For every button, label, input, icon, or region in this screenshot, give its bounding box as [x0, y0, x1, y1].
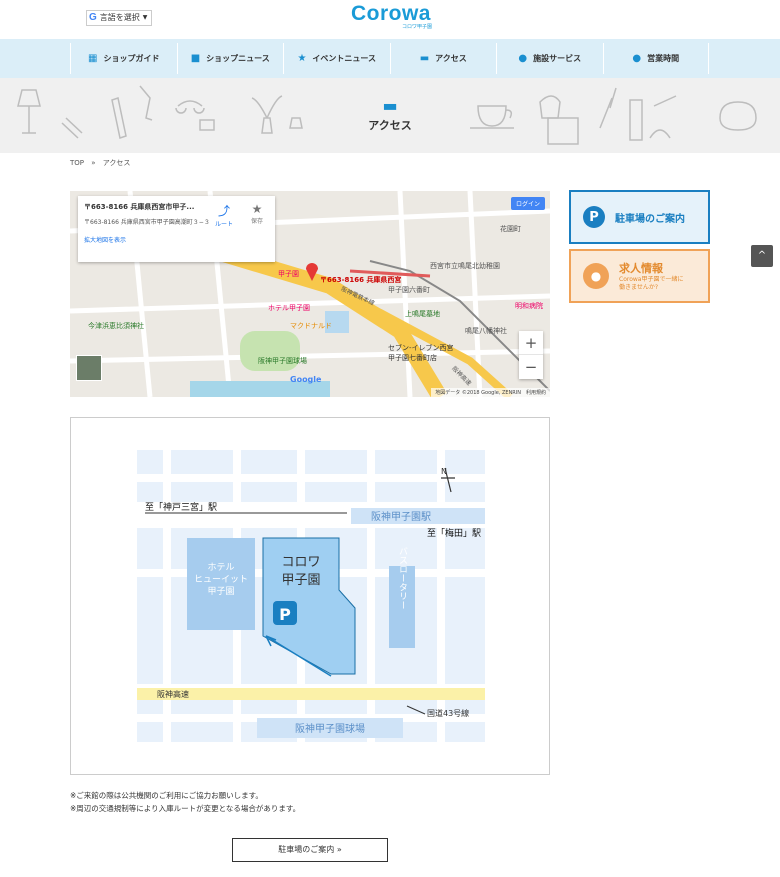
google-map[interactable]: 〒663-8166 兵庫県西宮 〒663-8166 兵庫県西宮市甲子... 〒6… — [70, 191, 550, 397]
nav-label: ショップニュース — [206, 54, 270, 63]
nav-label: イベントニュース — [312, 54, 377, 63]
hotel-label-3: 甲子園 — [207, 586, 234, 597]
save-label: 保存 — [250, 218, 263, 225]
map-card-title: 〒663-8166 兵庫県西宮市甲子... — [84, 203, 195, 211]
map-label-nishinomiya: 西宮市立鳴尾北幼稚園 — [430, 262, 500, 270]
jobs-sub-1: Corowa甲子園で一緒に — [619, 276, 684, 283]
check-icon: ● — [632, 53, 642, 64]
main-nav: ▦ ショップガイド ■ ショップニュース ★ イベントニュース ▬ アクセス ● 施設サー… — [0, 39, 780, 78]
map-marker-label: 〒663-8166 兵庫県西宮 — [320, 276, 402, 284]
map-zoom-controls: + − — [519, 331, 543, 379]
nav-services[interactable]: ● 施設サービス — [496, 43, 603, 74]
car-icon: ▬ — [419, 53, 430, 64]
map-label-koshien-roku: 甲子園六番町 — [388, 286, 430, 294]
map-card-address: 〒663-8166 兵庫県西宮市甲子園高潮町３−３ — [84, 219, 210, 226]
route-icon: ⤴ — [217, 204, 230, 218]
hero-center: ▬ アクセス — [340, 96, 440, 133]
expressway-label: 阪神高速 — [157, 689, 189, 699]
person-icon: ● — [583, 263, 609, 289]
route43-label: 国道43号線 — [427, 708, 469, 718]
breadcrumb: TOP » アクセス — [70, 158, 130, 168]
map-label-koshien: 甲子園 — [278, 270, 299, 278]
map-login-button[interactable]: ログイン — [510, 197, 545, 210]
heart-icon: ● — [518, 53, 528, 64]
google-logo: Google — [290, 375, 322, 384]
map-place-card: 〒663-8166 兵庫県西宮市甲子... 〒663-8166 兵庫県西宮市甲子… — [78, 196, 275, 262]
top-bar: G 言語を選択 ▼ Corowa コロワ甲子園 — [0, 0, 780, 38]
north-label: N — [441, 467, 447, 476]
route-diagram-svg: 阪神甲子園駅 至「神戸三宮」駅 至「梅田」駅 ホテル ヒューイット 甲子園 コロ… — [137, 450, 485, 742]
map-label-mcd: マクドナルド — [290, 322, 332, 330]
nav-shop-guide[interactable]: ▦ ショップガイド — [70, 43, 177, 74]
map-label-hanazono: 花園町 — [500, 225, 521, 233]
to-umeda-label: 至「梅田」駅 — [427, 527, 481, 539]
hotel-label-2: ヒューイット — [194, 574, 248, 585]
breadcrumb-sep: » — [91, 159, 96, 167]
map-label-seven: セブン-イレブン西宮甲子園七番町店 — [388, 344, 454, 362]
corowa-label-2: 甲子園 — [281, 573, 320, 588]
breadcrumb-home[interactable]: TOP — [70, 159, 84, 167]
map-label-meiwa: 明和病院 — [515, 302, 543, 310]
language-label: 言語を選択 — [99, 13, 140, 22]
jobs-label: 求人情報 — [619, 262, 663, 275]
nav-label: アクセス — [435, 54, 467, 63]
star-icon: ★ — [251, 202, 263, 216]
route-label: ルート — [214, 221, 233, 228]
map-label-kamiyama: 上鳴尾墓地 — [405, 310, 440, 318]
map-label-stadium: 阪神甲子園球場 — [258, 357, 307, 365]
language-selector[interactable]: G 言語を選択 ▼ — [86, 10, 153, 26]
note-1: ※ご来館の際は公共機関のご利用にご協力お願いします。 — [70, 791, 263, 800]
star-icon: ★ — [297, 53, 307, 64]
nav-event-news[interactable]: ★ イベントニュース — [283, 43, 390, 74]
google-g-icon: G — [89, 12, 97, 23]
route-button[interactable]: ⤴ ルート — [210, 202, 238, 228]
enlarge-map-link[interactable]: 拡大地図を表示 — [84, 235, 269, 244]
route-diagram: 阪神甲子園駅 至「神戸三宮」駅 至「梅田」駅 ホテル ヒューイット 甲子園 コロ… — [70, 417, 550, 775]
nav-label: 施設サービス — [533, 54, 582, 63]
parking-label: 駐車場のご案内 — [615, 213, 685, 225]
zoom-out-button[interactable]: − — [519, 355, 543, 379]
station-label: 阪神甲子園駅 — [371, 510, 431, 523]
car-icon: ▬ — [382, 96, 398, 115]
page-title: アクセス — [368, 119, 412, 132]
parking-icon: P — [583, 206, 605, 228]
map-label-narumi: 鳴尾八幡神社 — [465, 327, 507, 335]
bus-rotary-label: バスロータリー — [397, 546, 408, 609]
dropdown-arrow-icon: ▼ — [142, 14, 148, 21]
satellite-toggle[interactable] — [76, 355, 102, 381]
map-footer: 地図データ ©2018 Google, ZENRIN 利用規約 — [431, 388, 550, 397]
parking-info-button[interactable]: P 駐車場のご案内 — [569, 190, 710, 244]
nav-hours[interactable]: ● 営業時間 — [602, 43, 709, 74]
hotel-label-1: ホテル — [207, 562, 234, 573]
map-label-hotel: ホテル甲子園 — [268, 304, 310, 312]
note-2: ※周辺の交通規制等により入庫ルートが変更となる場合があります。 — [70, 804, 301, 813]
corowa-label-1: コロワ — [281, 555, 320, 570]
jobs-info-button[interactable]: ● 求人情報 Corowa甲子園で一緒に 働きませんか? — [569, 249, 710, 303]
breadcrumb-current: アクセス — [102, 159, 131, 167]
jobs-sub-2: 働きませんか? — [619, 284, 659, 291]
parking-mark: P — [279, 605, 291, 624]
nav-label: 営業時間 — [647, 54, 680, 63]
logo-text: Corowa — [350, 2, 431, 25]
nav-shop-news[interactable]: ■ ショップニュース — [176, 43, 284, 74]
nav-label: ショップガイド — [103, 54, 160, 63]
save-button[interactable]: ★ 保存 — [243, 202, 271, 225]
to-sannomiya-label: 至「神戸三宮」駅 — [145, 501, 217, 513]
notes: ※ご来館の際は公共機関のご利用にご協力お願いします。 ※周辺の交通規制等により入… — [70, 789, 300, 815]
map-label-ima: 今津浜恵比須神社 — [88, 322, 144, 330]
map-icon: ▦ — [88, 53, 98, 64]
page-hero: ▬ アクセス — [0, 78, 780, 153]
back-to-top-button[interactable]: ^ — [751, 245, 773, 267]
bag-icon: ■ — [190, 53, 201, 64]
parking-guide-button[interactable]: 駐車場のご案内 » — [232, 838, 388, 862]
site-logo[interactable]: Corowa コロワ甲子園 — [350, 2, 432, 31]
zoom-in-button[interactable]: + — [519, 331, 543, 355]
nav-access[interactable]: ▬ アクセス — [389, 43, 497, 74]
stadium-label: 阪神甲子園球場 — [295, 722, 365, 735]
